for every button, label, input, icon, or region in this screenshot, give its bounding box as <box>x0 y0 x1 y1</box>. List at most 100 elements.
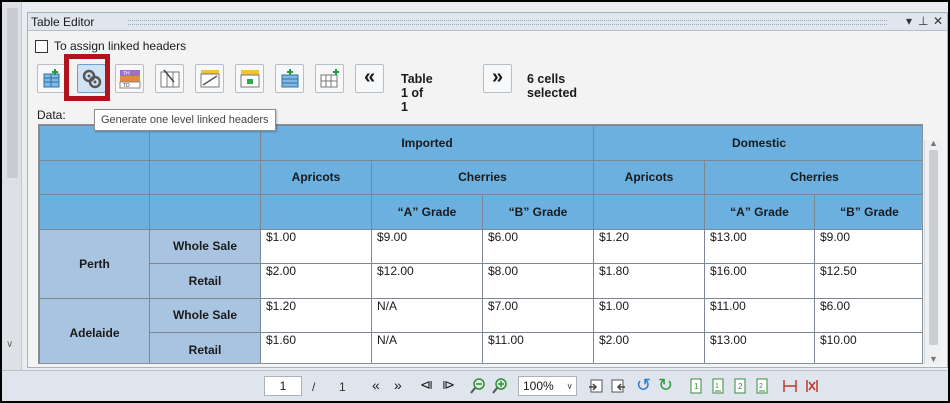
assign-linked-headers-label: To assign linked headers <box>54 39 187 53</box>
table-cell[interactable]: $1.80 <box>593 263 705 299</box>
previous-table-button[interactable]: « <box>355 64 384 93</box>
header-cell-empty[interactable] <box>149 194 261 230</box>
table-cell[interactable]: $9.00 <box>813 228 922 264</box>
table-cell[interactable]: $10.00 <box>813 332 922 363</box>
table-cell[interactable]: $1.00 <box>593 297 705 333</box>
table-cell[interactable]: $11.00 <box>482 332 594 363</box>
two-page-icon[interactable]: 2 <box>732 378 748 394</box>
left-scrollbar-thumb[interactable] <box>7 8 18 178</box>
data-grid[interactable]: Imported Domestic Apricots Cherries Apri… <box>38 124 923 364</box>
table-cell[interactable]: $1.20 <box>260 297 372 333</box>
panel-titlebar: Table Editor ▾ ⊥ ✕ <box>28 13 947 31</box>
row-header-city[interactable]: Perth <box>39 228 150 299</box>
table-cell[interactable]: $1.60 <box>260 332 372 363</box>
table-cell[interactable]: $8.00 <box>482 263 594 299</box>
add-column-button[interactable] <box>315 64 344 93</box>
row-header-type[interactable]: Whole Sale <box>149 297 261 333</box>
header-grade-a-domestic[interactable]: “A” Grade <box>704 194 815 230</box>
panel-title: Table Editor <box>31 15 95 29</box>
table-cell[interactable]: $12.00 <box>371 263 483 299</box>
fit-width-icon[interactable] <box>782 378 798 394</box>
table-cell[interactable]: $7.00 <box>482 297 594 333</box>
table-cell[interactable]: $2.00 <box>260 263 372 299</box>
scroll-down-icon[interactable]: ▼ <box>929 354 938 364</box>
row-header-type[interactable]: Whole Sale <box>149 228 261 264</box>
close-icon[interactable]: ✕ <box>933 14 943 28</box>
titlebar-grip[interactable] <box>128 20 887 25</box>
header-cell-empty[interactable] <box>39 159 150 195</box>
header-grade-b-imported[interactable]: “B” Grade <box>482 194 594 230</box>
add-row-button[interactable] <box>275 64 304 93</box>
next-table-button[interactable]: » <box>483 64 512 93</box>
header-apricots-domestic[interactable]: Apricots <box>593 159 705 195</box>
split-header-button[interactable] <box>195 64 224 93</box>
assign-linked-headers-option[interactable]: To assign linked headers <box>35 38 186 54</box>
insert-table-button[interactable] <box>37 64 66 93</box>
table-cell[interactable]: $12.50 <box>813 263 922 299</box>
pin-icon[interactable]: ⊥ <box>918 14 928 28</box>
header-cell-empty[interactable] <box>149 159 261 195</box>
chevron-right-icon: » <box>491 66 504 88</box>
table-cell[interactable]: $16.00 <box>704 263 815 299</box>
table-row: Adelaide Whole Sale $1.20 N/A $7.00 $1.0… <box>39 297 922 363</box>
last-page-icon[interactable]: ⧐ <box>442 376 455 394</box>
page-total: 1 <box>339 380 346 394</box>
table-cell[interactable]: $6.00 <box>813 297 922 333</box>
header-cell-empty[interactable] <box>593 194 705 230</box>
two-page-continuous-icon[interactable]: 2 <box>754 378 770 394</box>
export-page-icon[interactable] <box>588 378 604 394</box>
row-header-city[interactable]: Adelaide <box>39 297 150 363</box>
column-grid-button[interactable] <box>155 64 184 93</box>
single-continuous-icon[interactable]: 1 <box>710 378 726 394</box>
table-cell[interactable]: N/A <box>371 332 483 363</box>
add-column-icon <box>320 69 339 88</box>
next-page-icon[interactable]: » <box>394 376 402 394</box>
assign-linked-headers-checkbox[interactable] <box>35 39 48 53</box>
scroll-up-icon[interactable]: ▲ <box>929 138 938 148</box>
add-row-icon <box>281 69 299 88</box>
header-grade-b-domestic[interactable]: “B” Grade <box>813 194 922 230</box>
left-scrollbar[interactable]: ∨ <box>2 2 22 370</box>
table-cell[interactable]: $6.00 <box>482 228 594 264</box>
merge-cells-icon <box>240 70 260 88</box>
bottom-toolbar: 1 / 1 « » ⧏ ⧐ 100% ∨ ↺ ↻ 1 1 2 2 <box>2 370 948 401</box>
chevron-down-icon[interactable]: ∨ <box>6 339 13 350</box>
th-td-button[interactable]: TH TD <box>115 64 144 93</box>
table-cell[interactable]: $1.20 <box>593 228 705 264</box>
table-cell[interactable]: $13.00 <box>704 228 815 264</box>
svg-text:2: 2 <box>738 382 743 391</box>
header-domestic[interactable]: Domestic <box>592 125 922 161</box>
table-cell[interactable]: $11.00 <box>704 297 815 333</box>
import-page-icon[interactable] <box>610 378 626 394</box>
header-cherries-domestic[interactable]: Cherries <box>703 159 922 195</box>
table-cell[interactable]: $2.00 <box>593 332 705 363</box>
dropdown-icon[interactable]: ▾ <box>906 14 912 28</box>
page-number-input[interactable]: 1 <box>264 376 302 396</box>
single-page-icon[interactable]: 1 <box>688 378 704 394</box>
table-cell[interactable]: N/A <box>371 297 483 333</box>
header-apricots-imported[interactable]: Apricots <box>260 159 372 195</box>
fit-page-icon[interactable] <box>804 378 820 394</box>
table-cell[interactable]: $1.00 <box>260 228 372 264</box>
table-cell[interactable]: $13.00 <box>704 332 815 363</box>
header-cherries-imported[interactable]: Cherries <box>371 159 594 195</box>
svg-text:2: 2 <box>759 383 763 390</box>
table-cell[interactable]: $9.00 <box>371 228 483 264</box>
zoom-out-icon[interactable] <box>470 378 486 394</box>
header-grade-a-imported[interactable]: “A” Grade <box>371 194 483 230</box>
header-cell-empty[interactable] <box>260 194 372 230</box>
merge-cells-button[interactable] <box>235 64 264 93</box>
previous-page-icon[interactable]: « <box>372 376 380 394</box>
zoom-in-icon[interactable] <box>492 378 508 394</box>
header-imported[interactable]: Imported <box>260 125 594 161</box>
rotate-right-icon[interactable]: ↻ <box>658 376 673 394</box>
window-frame: ∨ Table Editor ▾ ⊥ ✕ To assign linked he… <box>2 2 948 401</box>
rotate-left-icon[interactable]: ↺ <box>636 376 651 394</box>
row-header-type[interactable]: Retail <box>149 332 261 363</box>
header-cell-empty[interactable] <box>39 194 150 230</box>
row-header-type[interactable]: Retail <box>149 263 261 299</box>
first-page-icon[interactable]: ⧏ <box>420 376 433 394</box>
table-scrollbar[interactable]: ▲ ▼ <box>924 138 941 364</box>
zoom-select[interactable]: 100% ∨ <box>518 376 577 396</box>
table-scrollbar-thumb[interactable] <box>929 150 938 345</box>
